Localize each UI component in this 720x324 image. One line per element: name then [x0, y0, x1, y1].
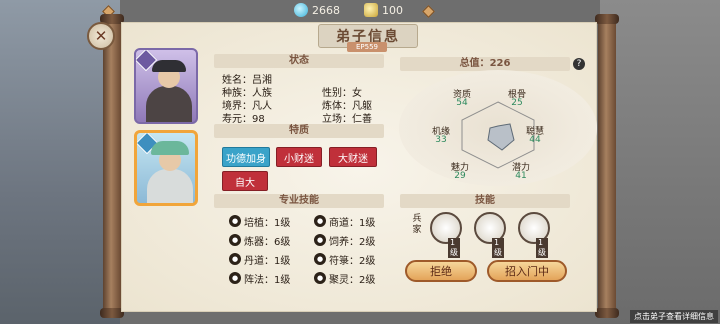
prof-item: 培植：1级 [244, 218, 291, 229]
help-icon[interactable]: ? [573, 58, 585, 70]
currency-bar: 2668 100 [96, 2, 616, 20]
prof-item: 炼器：6级 [244, 237, 291, 248]
attr-value: 44 [529, 135, 541, 145]
trait-tag[interactable]: 大财迷 [329, 147, 377, 167]
alchemy-icon: ● [229, 253, 241, 265]
attr-value: 54 [456, 98, 468, 108]
prof-item: 饲养：2级 [329, 237, 376, 248]
attr-value: 33 [435, 135, 447, 145]
traits-header: 特质 [214, 124, 384, 138]
trait-tag[interactable]: 自大 [222, 171, 268, 191]
disciple-portrait-2-selected[interactable] [134, 130, 198, 206]
attribute-total: 总值：226 [400, 57, 570, 71]
attr-value: 41 [515, 171, 527, 181]
recruit-button[interactable]: 招入门中 [487, 260, 567, 282]
talisman-icon: ● [314, 253, 326, 265]
prof-item: 阵法：1级 [244, 275, 291, 286]
reject-button[interactable]: 拒绝 [405, 260, 477, 282]
panel-subtag: EP559 [347, 42, 387, 52]
close-button[interactable]: ✕ [87, 22, 115, 50]
character-hat [151, 141, 189, 155]
prof-item: 符箓：2级 [329, 256, 376, 267]
attr-value: 29 [454, 171, 466, 181]
trait-tag[interactable]: 功德加身 [222, 147, 270, 167]
cultivate-icon: ● [229, 215, 241, 227]
attr-value: 25 [511, 98, 523, 108]
skill-slot-1[interactable]: 1级 [430, 212, 462, 258]
scroll-rod-right [595, 14, 619, 318]
prof-item: 丹道：1级 [244, 256, 291, 267]
coin-icon [364, 3, 378, 17]
skill-category: 兵家 [412, 214, 422, 235]
background-right [600, 0, 720, 324]
gem-counter: 2668 [294, 3, 340, 17]
prof-item: 聚灵：2级 [329, 275, 376, 286]
coin-counter: 100 [364, 3, 403, 17]
formation-icon: ● [229, 272, 241, 284]
breeding-icon: ● [314, 234, 326, 246]
skill-slot-3[interactable]: 1级 [518, 212, 550, 258]
profession-header: 专业技能 [214, 194, 384, 208]
character-hat [152, 60, 186, 72]
trade-icon: ● [314, 215, 326, 227]
scroll-rod-left [100, 14, 124, 318]
ornament-diamond-right-icon [422, 5, 435, 18]
forge-icon: ● [229, 234, 241, 246]
gem-icon [294, 3, 308, 17]
status-header: 状态 [214, 54, 384, 68]
skill-slot-2[interactable]: 1级 [474, 212, 506, 258]
spirit-gather-icon: ● [314, 272, 326, 284]
skills-header: 技能 [400, 194, 570, 208]
character-body [146, 86, 192, 122]
life-row: 寿元：98 [222, 114, 265, 125]
prof-item: 商道：1级 [329, 218, 376, 229]
trait-tag[interactable]: 小财迷 [276, 147, 322, 167]
disciple-portrait-1[interactable] [134, 48, 198, 124]
stance-row: 立场：仁善 [322, 114, 372, 125]
hint-text: 点击弟子查看详细信息 [630, 310, 718, 323]
character-body [147, 169, 193, 203]
close-icon: ✕ [94, 27, 108, 45]
